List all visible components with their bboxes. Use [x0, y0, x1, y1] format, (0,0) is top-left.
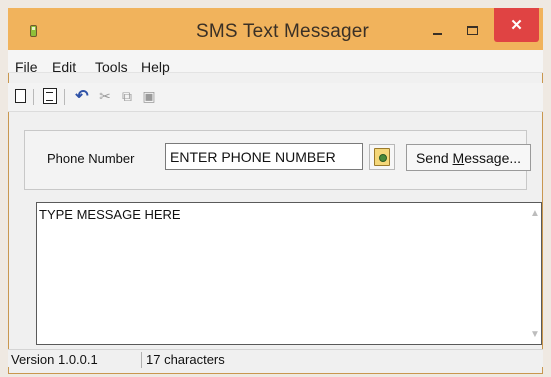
menu-bar [8, 50, 543, 73]
send-label-pre: Send [415, 149, 453, 166]
copy-icon: ⧉ [122, 87, 132, 104]
menu-file[interactable]: File [15, 59, 38, 75]
phone-number-label: Phone Number [47, 151, 135, 166]
scroll-down-arrow[interactable]: ▼ [528, 327, 542, 341]
toolbar-separator [33, 89, 34, 105]
document-button[interactable] [40, 86, 60, 106]
send-label-accesskey: M [452, 149, 465, 166]
document-icon [43, 88, 57, 104]
message-textarea[interactable]: TYPE MESSAGE HERE [39, 207, 509, 337]
undo-icon: ↶ [75, 88, 89, 105]
send-message-button[interactable]: Send Message... [406, 144, 531, 171]
copy-button[interactable]: ⧉ [117, 86, 137, 106]
close-button[interactable]: ✕ [494, 8, 539, 42]
status-version: Version 1.0.0.1 [8, 352, 142, 368]
cut-button[interactable]: ✂ [95, 86, 115, 106]
phone-number-input[interactable] [165, 143, 363, 170]
new-file-button[interactable] [10, 86, 30, 106]
menu-edit[interactable]: Edit [52, 59, 76, 75]
status-character-count: 17 characters [146, 352, 225, 367]
app-icon[interactable] [30, 25, 37, 37]
paste-icon: ▣ [142, 87, 156, 104]
cut-icon: ✂ [99, 87, 111, 104]
menu-tools[interactable]: Tools [95, 59, 128, 75]
send-label-post: essage... [464, 149, 522, 166]
scroll-up-arrow[interactable]: ▲ [528, 206, 542, 220]
toolbar-separator [64, 89, 65, 105]
undo-button[interactable]: ↶ [72, 86, 92, 106]
minimize-icon [432, 32, 442, 35]
menu-help[interactable]: Help [141, 59, 170, 75]
maximize-icon [466, 26, 478, 35]
window-title: SMS Text Messager [196, 21, 370, 42]
maximize-button[interactable] [459, 20, 485, 41]
contacts-icon [374, 148, 390, 166]
new-file-icon [14, 89, 26, 103]
paste-button[interactable]: ▣ [139, 86, 159, 106]
minimize-button[interactable] [424, 20, 450, 41]
close-icon: ✕ [510, 17, 523, 34]
contacts-button[interactable] [369, 144, 395, 170]
